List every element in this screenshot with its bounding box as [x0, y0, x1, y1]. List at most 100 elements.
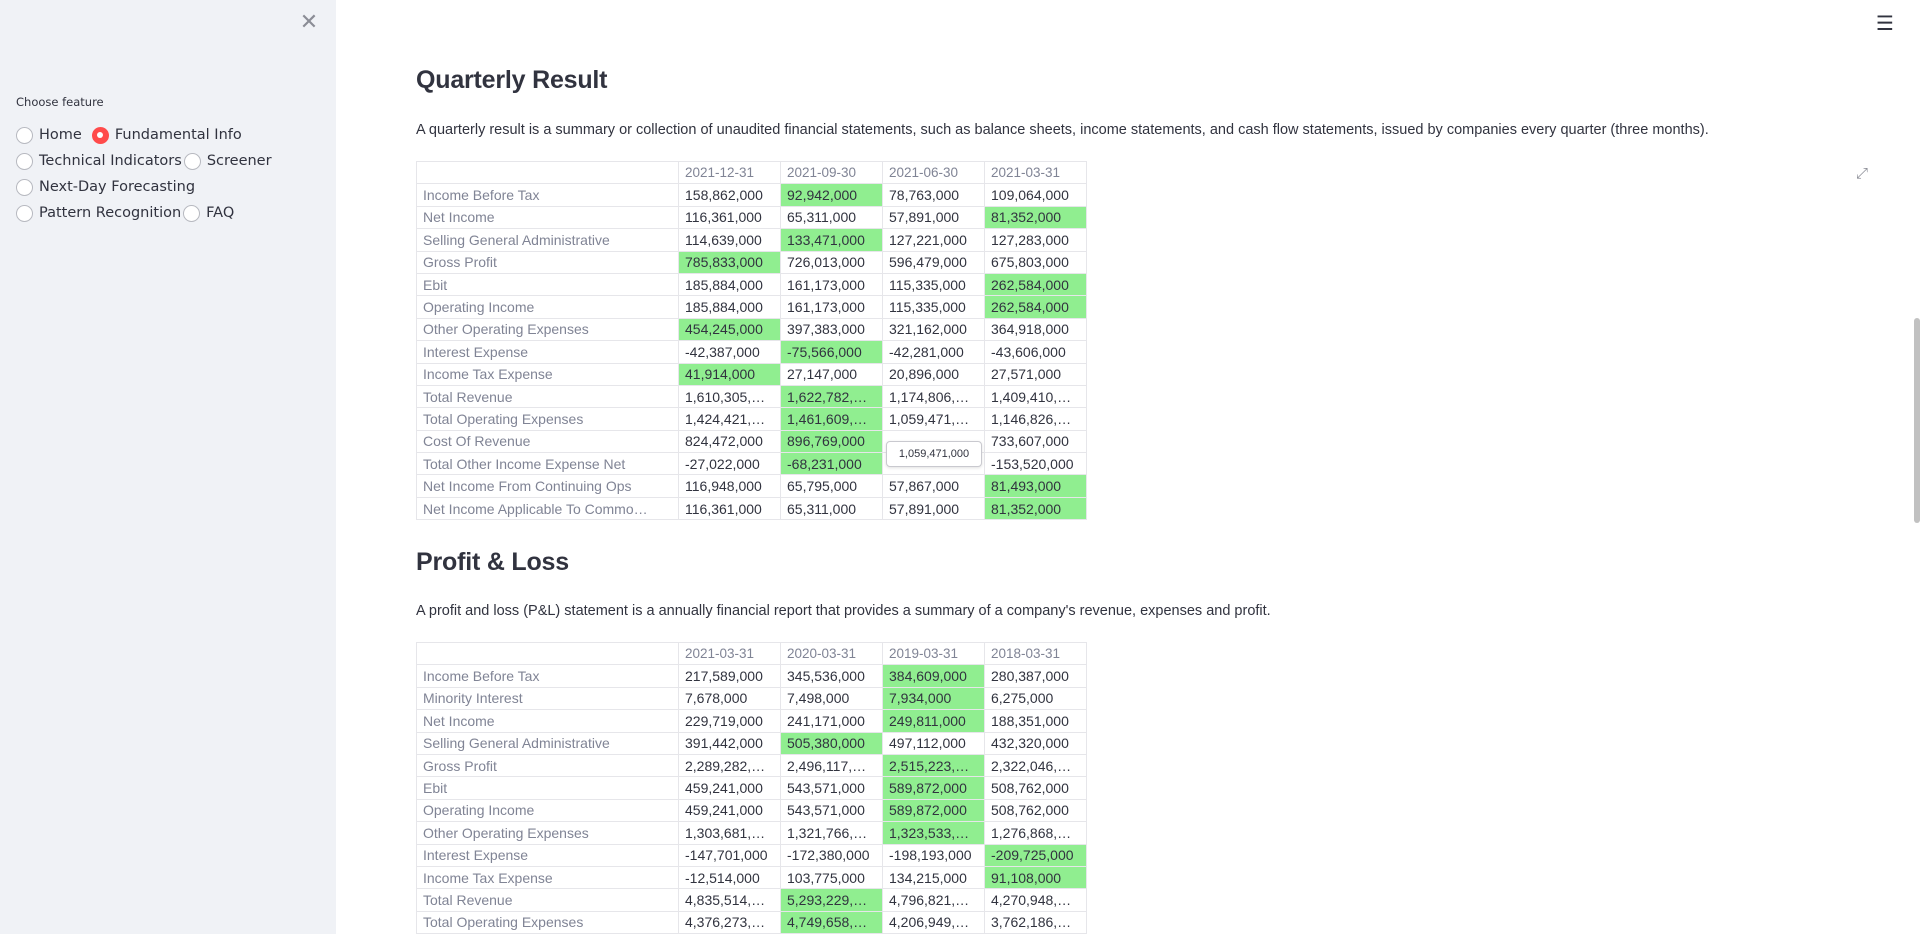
- table-cell[interactable]: 6,275,000: [984, 686, 1087, 711]
- table-cell[interactable]: 345,536,000: [780, 664, 883, 688]
- table-cell[interactable]: -198,193,000: [882, 843, 985, 867]
- table-cell[interactable]: 92,942,000: [780, 183, 883, 207]
- table-cell[interactable]: -75,566,000: [780, 340, 883, 364]
- table-cell[interactable]: 2,496,117,…: [780, 753, 883, 778]
- table-cell[interactable]: 115,335,000: [882, 295, 985, 319]
- table-cell[interactable]: 2,322,046,…: [984, 753, 1087, 778]
- column-header[interactable]: 2019-03-31: [882, 641, 985, 666]
- table-cell[interactable]: 20,896,000: [882, 362, 985, 386]
- table-cell[interactable]: 217,589,000: [678, 664, 781, 688]
- table-cell[interactable]: 7,498,000: [780, 686, 883, 711]
- radio-button[interactable]: [16, 178, 33, 196]
- table-cell[interactable]: 185,884,000: [678, 272, 781, 297]
- table-cell[interactable]: 229,719,000: [678, 709, 781, 733]
- table-cell[interactable]: 280,387,000: [984, 664, 1087, 688]
- table-cell[interactable]: 1,610,305,…: [678, 384, 781, 409]
- table-cell[interactable]: 7,934,000: [882, 686, 985, 711]
- table-cell[interactable]: 896,769,000: [780, 429, 883, 454]
- column-header[interactable]: 2021-03-31: [678, 641, 781, 666]
- table-cell[interactable]: -27,022,000: [678, 452, 781, 476]
- table-cell[interactable]: 391,442,000: [678, 731, 781, 755]
- table-cell[interactable]: 505,380,000: [780, 731, 883, 755]
- table-cell[interactable]: 4,835,514,…: [678, 888, 781, 912]
- table-cell[interactable]: 432,320,000: [984, 731, 1087, 755]
- radio-button[interactable]: [16, 204, 33, 222]
- table-cell[interactable]: 397,383,000: [780, 317, 883, 342]
- table-cell[interactable]: 65,311,000: [780, 205, 883, 230]
- table-cell[interactable]: 1,461,609,…: [780, 407, 883, 431]
- table-cell[interactable]: 127,221,000: [882, 228, 985, 252]
- table-cell[interactable]: 4,206,949,…: [882, 910, 985, 934]
- table-cell[interactable]: 364,918,000: [984, 317, 1087, 342]
- radio-button[interactable]: [183, 152, 201, 170]
- column-header[interactable]: 2021-03-31: [984, 160, 1087, 185]
- table-cell[interactable]: 1,622,782,…: [780, 384, 883, 409]
- radio-button[interactable]: [16, 126, 33, 144]
- table-cell[interactable]: 249,811,000: [882, 709, 985, 733]
- table-cell[interactable]: 1,409,410,…: [984, 384, 1087, 409]
- table-cell[interactable]: 589,872,000: [882, 776, 985, 800]
- table-cell[interactable]: 508,762,000: [984, 798, 1087, 823]
- table-cell[interactable]: 57,867,000: [882, 474, 985, 498]
- table-cell[interactable]: 785,833,000: [678, 250, 781, 274]
- table-cell[interactable]: 188,351,000: [984, 709, 1087, 733]
- table-cell[interactable]: 27,571,000: [984, 362, 1087, 386]
- table-cell[interactable]: 508,762,000: [984, 776, 1087, 800]
- table-cell[interactable]: 2,515,223,…: [882, 753, 985, 778]
- page-scrollbar[interactable]: [1914, 318, 1920, 523]
- table-cell[interactable]: 109,064,000: [984, 183, 1087, 207]
- table-cell[interactable]: 114,639,000: [678, 228, 781, 252]
- table-cell[interactable]: 5,293,229,…: [780, 888, 883, 912]
- table-cell[interactable]: 2,289,282,…: [678, 753, 781, 778]
- table-cell[interactable]: 543,571,000: [780, 798, 883, 823]
- table-cell[interactable]: -147,701,000: [678, 843, 781, 867]
- table-cell[interactable]: 116,361,000: [678, 205, 781, 230]
- table-cell[interactable]: 78,763,000: [882, 183, 985, 207]
- column-header[interactable]: 2021-06-30: [882, 160, 985, 185]
- radio-button-selected[interactable]: [91, 126, 109, 144]
- table-cell[interactable]: 384,609,000: [882, 664, 985, 688]
- profit-loss-table[interactable]: 2021-03-31 2020-03-31 2019-03-31 2018-03-31…: [416, 641, 1087, 934]
- table-cell[interactable]: 733,607,000: [984, 429, 1087, 454]
- column-header[interactable]: 2021-12-31: [678, 160, 781, 185]
- table-cell[interactable]: 134,215,000: [882, 865, 985, 890]
- table-cell[interactable]: 1,059,471,…: [882, 407, 985, 431]
- table-cell[interactable]: 3,762,186,…: [984, 910, 1087, 934]
- table-cell[interactable]: 81,352,000: [984, 205, 1087, 230]
- table-cell[interactable]: 161,173,000: [780, 295, 883, 319]
- table-cell[interactable]: 589,872,000: [882, 798, 985, 823]
- table-cell[interactable]: 4,796,821,…: [882, 888, 985, 912]
- radio-faq[interactable]: FAQ: [183, 204, 234, 222]
- table-cell[interactable]: 4,270,948,…: [984, 888, 1087, 912]
- radio-pattern-recognition[interactable]: Pattern Recognition: [16, 204, 181, 222]
- table-cell[interactable]: 81,493,000: [984, 474, 1087, 498]
- table-cell[interactable]: 185,884,000: [678, 295, 781, 319]
- radio-button[interactable]: [183, 204, 201, 222]
- table-cell[interactable]: 4,749,658,…: [780, 910, 883, 934]
- quarterly-result-table[interactable]: 2021-12-31 2021-09-30 2021-06-30 2021-03-31…: [416, 160, 1087, 521]
- table-cell[interactable]: 454,245,000: [678, 317, 781, 342]
- table-cell[interactable]: 158,862,000: [678, 183, 781, 207]
- table-cell[interactable]: -209,725,000: [984, 843, 1087, 867]
- radio-button[interactable]: [16, 152, 33, 170]
- table-cell[interactable]: 41,914,000: [678, 362, 781, 386]
- table-cell[interactable]: 543,571,000: [780, 776, 883, 800]
- table-cell[interactable]: 115,335,000: [882, 272, 985, 297]
- table-cell[interactable]: 1,303,681,…: [678, 821, 781, 845]
- table-cell[interactable]: 4,376,273,…: [678, 910, 781, 934]
- table-cell[interactable]: 161,173,000: [780, 272, 883, 297]
- table-cell[interactable]: 1,276,868,…: [984, 821, 1087, 845]
- table-cell[interactable]: 1,321,766,…: [780, 821, 883, 845]
- table-cell[interactable]: 7,678,000: [678, 686, 781, 711]
- table-cell[interactable]: 116,361,000: [678, 496, 781, 521]
- table-cell[interactable]: -42,281,000: [882, 340, 985, 364]
- table-cell[interactable]: 596,479,000: [882, 250, 985, 274]
- column-header[interactable]: 2021-09-30: [780, 160, 883, 185]
- table-cell[interactable]: 127,283,000: [984, 228, 1087, 252]
- table-cell[interactable]: 1,174,806,…: [882, 384, 985, 409]
- radio-screener[interactable]: Screener: [183, 152, 272, 170]
- table-cell[interactable]: -68,231,000: [780, 452, 883, 476]
- column-header[interactable]: 2020-03-31: [780, 641, 883, 666]
- main-menu-button[interactable]: ☰: [1874, 12, 1896, 34]
- table-cell[interactable]: 116,948,000: [678, 474, 781, 498]
